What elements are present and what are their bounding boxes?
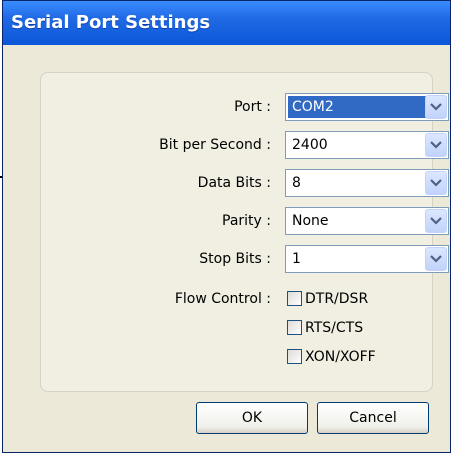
- flow-control-label: Flow Control :: [174, 291, 271, 307]
- data-bits-dropdown-button[interactable]: [425, 171, 447, 195]
- xon-xoff-label: XON/XOFF: [305, 349, 376, 365]
- cancel-button[interactable]: Cancel: [317, 402, 429, 434]
- rts-cts-label: RTS/CTS: [305, 320, 364, 336]
- parity-row: Parity : None: [41, 207, 449, 235]
- rts-cts-checkbox[interactable]: [287, 320, 302, 335]
- baud-label: Bit per Second :: [159, 137, 271, 153]
- settings-group: Port : COM2 Bit per Second : 2400 Data B…: [40, 72, 449, 392]
- chevron-down-icon: [430, 179, 442, 187]
- port-value: COM2: [288, 96, 446, 118]
- baud-value: 2400: [292, 137, 328, 153]
- serial-port-settings-dialog: Serial Port Settings Port : COM2 Bit per…: [2, 0, 451, 453]
- dtr-dsr-checkbox[interactable]: [287, 291, 302, 306]
- parity-dropdown-button[interactable]: [425, 209, 447, 233]
- port-dropdown-button[interactable]: [425, 95, 447, 119]
- parity-value: None: [292, 213, 329, 229]
- stop-bits-row: Stop Bits : 1: [41, 245, 449, 273]
- port-label: Port :: [234, 99, 271, 115]
- data-bits-label: Data Bits :: [197, 175, 271, 191]
- dialog-title: Serial Port Settings: [3, 1, 450, 45]
- stop-bits-select[interactable]: 1: [285, 245, 449, 273]
- xon-xoff-checkbox[interactable]: [287, 349, 302, 364]
- stop-bits-value: 1: [292, 251, 301, 267]
- chevron-down-icon: [430, 255, 442, 263]
- parity-label: Parity :: [222, 213, 271, 229]
- baud-row: Bit per Second : 2400: [41, 131, 449, 159]
- stop-bits-dropdown-button[interactable]: [425, 247, 447, 271]
- parity-select[interactable]: None: [285, 207, 449, 235]
- port-row: Port : COM2: [41, 93, 449, 121]
- data-bits-select[interactable]: 8: [285, 169, 449, 197]
- dialog-body: Port : COM2 Bit per Second : 2400 Data B…: [11, 54, 449, 444]
- data-bits-row: Data Bits : 8: [41, 169, 449, 197]
- baud-dropdown-button[interactable]: [425, 133, 447, 157]
- chevron-down-icon: [430, 217, 442, 225]
- data-bits-value: 8: [292, 175, 301, 191]
- xon-xoff-option[interactable]: XON/XOFF: [285, 347, 435, 369]
- baud-select[interactable]: 2400: [285, 131, 449, 159]
- port-select[interactable]: COM2: [285, 93, 449, 121]
- stop-bits-label: Stop Bits :: [199, 251, 271, 267]
- chevron-down-icon: [430, 141, 442, 149]
- chevron-down-icon: [430, 103, 442, 111]
- dtr-dsr-label: DTR/DSR: [305, 291, 369, 307]
- rts-cts-option[interactable]: RTS/CTS: [285, 318, 435, 340]
- dtr-dsr-option[interactable]: DTR/DSR: [285, 289, 435, 311]
- ok-button[interactable]: OK: [196, 402, 308, 434]
